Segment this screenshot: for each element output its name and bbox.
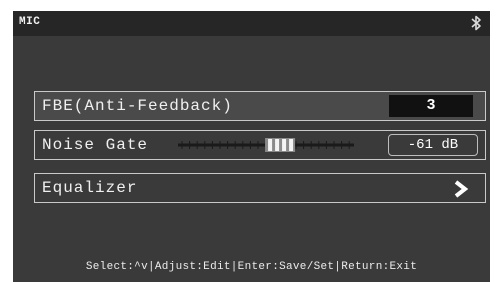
slider-thumb-grip xyxy=(289,139,294,151)
bluetooth-icon xyxy=(471,15,481,31)
slider-thumb-grip xyxy=(268,139,273,151)
fbe-label: FBE(Anti-Feedback) xyxy=(42,97,233,115)
slider-thumb[interactable] xyxy=(265,138,296,152)
noise-gate-label: Noise Gate xyxy=(42,136,149,154)
chevron-right-icon[interactable] xyxy=(453,180,469,198)
noise-gate-value[interactable]: -61 dB xyxy=(388,134,478,156)
noise-gate-row[interactable]: Noise Gate -61 dB xyxy=(34,130,486,160)
noise-gate-slider[interactable] xyxy=(178,137,354,153)
screen-title: MIC xyxy=(19,16,41,28)
equalizer-label: Equalizer xyxy=(42,179,138,197)
slider-thumb-grip xyxy=(275,139,280,151)
slider-thumb-grip xyxy=(282,139,287,151)
fbe-row[interactable]: FBE(Anti-Feedback) 3 xyxy=(34,91,486,121)
fbe-value[interactable]: 3 xyxy=(389,95,473,117)
mic-settings-screen: MIC FBE(Anti-Feedback) 3 Noise Gate -61 … xyxy=(13,11,490,282)
footer-hint: Select:^v|Adjust:Edit|Enter:Save/Set|Ret… xyxy=(85,261,418,273)
title-bar: MIC xyxy=(13,11,490,36)
equalizer-row[interactable]: Equalizer xyxy=(34,173,486,203)
